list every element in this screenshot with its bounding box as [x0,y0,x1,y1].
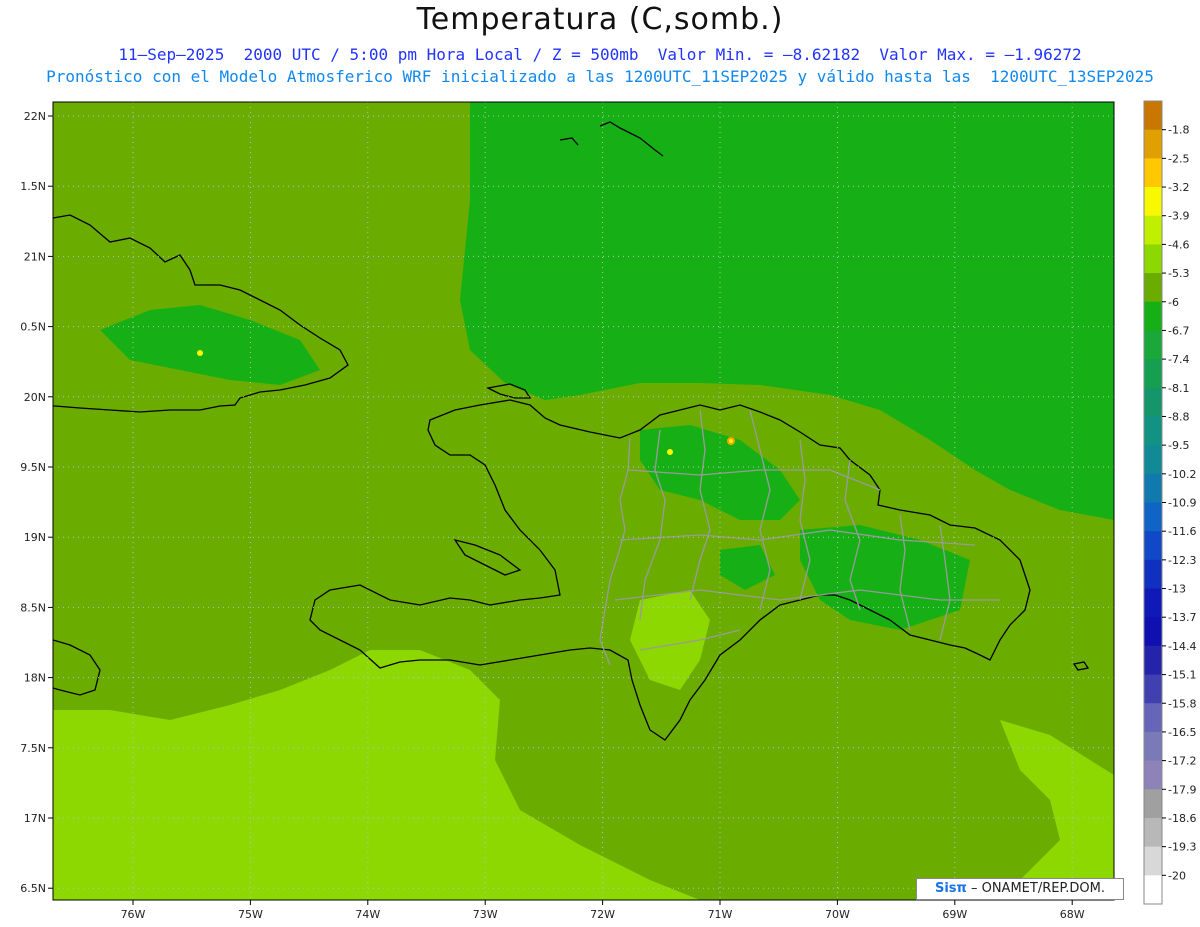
colorbar-swatch [1144,617,1162,647]
lat-tick-label: 20N [24,391,46,404]
colorbar-label: -14.4 [1168,640,1196,653]
colorbar-swatch [1144,531,1162,561]
colorbar-swatch [1144,789,1162,819]
temperature-map: 22N 1.5N 21N 0.5N 20N 9.5N 19N 8.5N 18N 7.5N 17N 6.… [20,100,1196,921]
colorbar: -1.8 -2.5 -3.2 -3.9 -4.6 -5.3 -6 -6.7 -7.4 -8.1 -8… [1143,100,1196,905]
colorbar-swatch [1144,846,1162,876]
colorbar-swatch [1144,645,1162,676]
colorbar-label: -17.2 [1168,755,1196,768]
lat-tick-label: 0.5N [20,321,46,334]
lat-tick-label: 1.5N [20,180,46,193]
lon-tick-label: 73W [473,908,498,921]
colorbar-swatch [1144,101,1162,131]
colorbar-swatch [1144,473,1162,503]
lat-tick-label: 22N [24,110,46,123]
colorbar-swatch [1144,387,1162,417]
colorbar-label: -16.5 [1168,726,1196,739]
credit-box: Sisπ – ONAMET/REP.DOM. [916,878,1124,900]
colorbar-label: -20 [1168,869,1186,882]
lon-tick-label: 71W [708,908,733,921]
colorbar-label: -2.5 [1168,152,1189,165]
lat-tick-label: 9.5N [20,461,46,474]
colorbar-label: -19.3 [1168,841,1196,854]
colorbar-label: -10.2 [1168,468,1196,481]
colorbar-label: -3.2 [1168,181,1189,194]
colorbar-swatch [1144,731,1162,762]
colorbar-label: -18.6 [1168,812,1196,825]
colorbar-label: -9.5 [1168,439,1189,452]
colorbar-swatch [1144,760,1162,790]
colorbar-swatch [1144,330,1162,360]
lon-tick-label: 72W [590,908,615,921]
colorbar-label: -1.8 [1168,124,1189,137]
lon-tick-label: 74W [355,908,380,921]
lon-tick-label: 69W [942,908,967,921]
colorbar-swatch [1144,416,1162,446]
lon-tick-label: 76W [121,908,146,921]
lat-tick-label: 17N [24,812,46,825]
colorbar-label: -11.6 [1168,525,1196,538]
lon-tick-label: 68W [1060,908,1085,921]
colorbar-swatch [1144,817,1162,848]
latitude-axis: 22N 1.5N 21N 0.5N 20N 9.5N 19N 8.5N 18N 7.5N 17N 6.… [20,110,53,895]
lat-tick-label: 7.5N [20,742,46,755]
colorbar-swatch [1144,158,1162,188]
field-spot-dr-north-inner [729,439,733,443]
colorbar-label: -10.9 [1168,497,1196,510]
colorbar-label: -13.7 [1168,611,1196,624]
colorbar-swatch [1144,588,1162,618]
longitude-axis: 76W 75W 74W 73W 72W 71W 70W 69W 68W [121,900,1085,921]
colorbar-swatch [1144,129,1162,159]
colorbar-swatch [1144,674,1162,704]
colorbar-label: -5.3 [1168,267,1189,280]
temperature-field [53,102,1114,900]
colorbar-label: -15.8 [1168,697,1196,710]
colorbar-swatch [1144,244,1162,274]
colorbar-swatch [1144,215,1162,245]
colorbar-label: -7.4 [1168,353,1189,366]
colorbar-label: -3.9 [1168,210,1189,223]
colorbar-label: -13 [1168,583,1186,596]
lon-tick-label: 75W [238,908,263,921]
colorbar-swatch [1144,445,1162,475]
colorbar-label: -4.6 [1168,238,1189,251]
field-spot-dr-west [667,449,673,455]
colorbar-swatch [1144,703,1162,733]
colorbar-swatch [1144,559,1162,590]
colorbar-swatch [1144,273,1162,303]
lat-tick-label: 21N [24,250,46,263]
field-spot-cuba [197,350,203,356]
colorbar-swatch [1144,875,1162,905]
lat-tick-label: 19N [24,531,46,544]
credit-text: – ONAMET/REP.DOM. [970,881,1105,896]
lat-tick-label: 8.5N [20,601,46,614]
colorbar-swatch [1144,301,1162,331]
colorbar-label: -17.9 [1168,783,1196,796]
lat-tick-label: 18N [24,672,46,685]
lat-tick-label: 6.5N [20,882,46,895]
colorbar-label: -8.1 [1168,382,1189,395]
colorbar-label: -15.1 [1168,669,1196,682]
sispi-brand: Sisπ [934,881,967,896]
colorbar-label: -8.8 [1168,410,1189,423]
colorbar-swatch [1144,502,1162,532]
colorbar-label: -6 [1168,296,1179,309]
colorbar-label: -12.3 [1168,554,1196,567]
lon-tick-label: 70W [825,908,850,921]
colorbar-label: -6.7 [1168,324,1189,337]
colorbar-swatch [1144,359,1162,389]
colorbar-swatch [1144,187,1162,217]
